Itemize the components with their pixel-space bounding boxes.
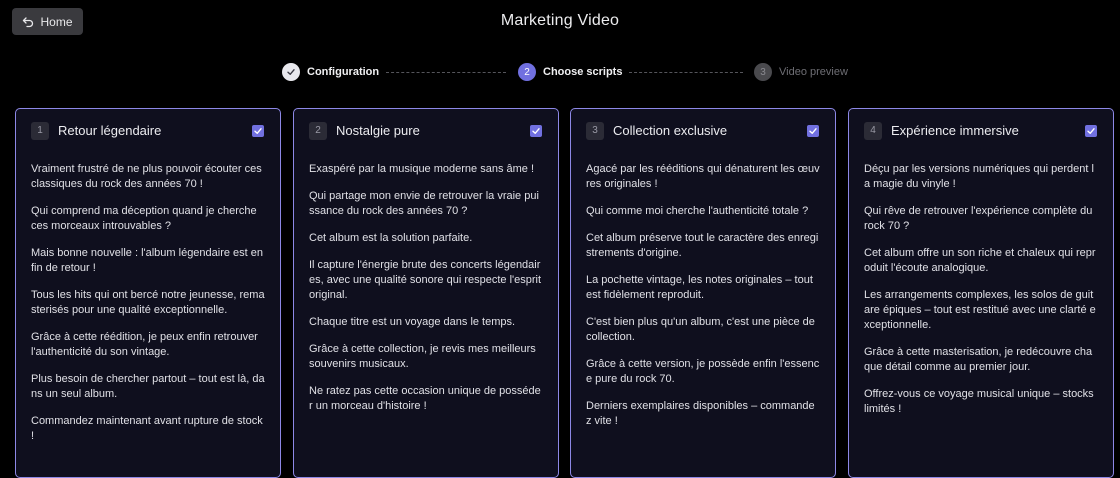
script-line: Chaque titre est un voyage dans le temps… — [309, 316, 516, 328]
script-line: Qui partage mon envie de retrouver la vr… — [309, 190, 539, 217]
card-number: 1 — [31, 121, 49, 140]
check-icon — [282, 63, 300, 81]
script-line: Grâce à cette version, je possède enfin … — [586, 358, 820, 385]
script-line: Qui comprend ma déception quand je cherc… — [31, 205, 257, 232]
script-line: Les arrangements complexes, les solos de… — [864, 289, 1096, 331]
script-line: Derniers exemplaires disponibles – comma… — [586, 400, 815, 427]
card-script: Exaspéré par la musique moderne sans âme… — [309, 162, 543, 414]
script-line: Il capture l'énergie brute des concerts … — [309, 259, 542, 301]
step-video-preview[interactable]: 3 Video preview — [754, 63, 848, 81]
script-line: Cet album est la solution parfaite. — [309, 232, 473, 244]
script-line: Ne ratez pas cette occasion unique de po… — [309, 385, 541, 412]
script-line: Grâce à cette collection, je revis mes m… — [309, 343, 536, 370]
script-line: Agacé par les rééditions qui dénaturent … — [586, 163, 820, 190]
script-line: Commandez maintenant avant rupture de st… — [31, 415, 263, 442]
card-title: Nostalgie pure — [336, 123, 420, 138]
step-label: Video preview — [779, 66, 848, 78]
card-number: 4 — [864, 121, 882, 140]
card-title: Expérience immersive — [891, 123, 1019, 138]
script-line: Offrez-vous ce voyage musical unique – s… — [864, 388, 1094, 415]
step-number: 2 — [518, 63, 536, 81]
card-script: Agacé par les rééditions qui dénaturent … — [586, 162, 820, 429]
script-line: Cet album préserve tout le caractère des… — [586, 232, 819, 259]
step-label: Configuration — [307, 66, 380, 78]
step-label: Choose scripts — [543, 66, 623, 78]
step-connector — [629, 72, 743, 73]
script-line: La pochette vintage, les notes originale… — [586, 274, 813, 301]
card-checkbox[interactable] — [252, 124, 264, 137]
step-number: 3 — [754, 63, 772, 81]
script-line: Vraiment frustré de ne plus pouvoir écou… — [31, 163, 262, 190]
step-connector — [386, 72, 506, 73]
card-script: Déçu par les versions numériques qui per… — [864, 162, 1098, 417]
check-icon — [532, 127, 540, 134]
check-icon — [809, 127, 817, 134]
script-card[interactable]: 2 Nostalgie pure Exaspéré par la musique… — [293, 108, 559, 478]
card-number: 3 — [586, 121, 604, 140]
script-card[interactable]: 3 Collection exclusive Agacé par les réé… — [570, 108, 836, 478]
script-line: Grâce à cette masterisation, je redécouv… — [864, 346, 1093, 373]
script-line: Grâce à cette réédition, je peux enfin r… — [31, 331, 258, 358]
script-line: Déçu par les versions numériques qui per… — [864, 163, 1094, 190]
script-line: C'est bien plus qu'un album, c'est une p… — [586, 316, 815, 343]
card-checkbox[interactable] — [807, 124, 819, 137]
step-choose-scripts[interactable]: 2 Choose scripts — [518, 63, 622, 81]
script-line: Qui comme moi cherche l'authenticité tot… — [586, 205, 809, 217]
card-checkbox[interactable] — [1085, 124, 1097, 137]
script-line: Cet album offre un son riche et chaleux … — [864, 247, 1096, 274]
card-title: Collection exclusive — [613, 123, 728, 138]
page-title: Marketing Video — [500, 12, 620, 29]
step-configuration[interactable]: Configuration — [282, 63, 379, 81]
card-title: Retour légendaire — [58, 123, 162, 138]
check-icon — [1087, 127, 1095, 134]
check-icon — [254, 127, 262, 134]
card-number: 2 — [309, 121, 327, 140]
script-line: Plus besoin de chercher partout – tout e… — [31, 373, 265, 400]
script-card[interactable]: 4 Expérience immersive Déçu par les vers… — [848, 108, 1114, 478]
script-card[interactable]: 1 Retour légendaire Vraiment frustré de … — [15, 108, 281, 478]
progress-stepper: Configuration 2 Choose scripts 3 Video p… — [282, 63, 848, 81]
card-checkbox[interactable] — [530, 124, 542, 137]
script-line: Qui rêve de retrouver l'expérience compl… — [864, 205, 1093, 232]
card-script: Vraiment frustré de ne plus pouvoir écou… — [31, 162, 265, 444]
script-line: Mais bonne nouvelle : l'album légendaire… — [31, 247, 264, 274]
script-line: Exaspéré par la musique moderne sans âme… — [309, 163, 535, 175]
script-line: Tous les hits qui ont bercé notre jeunes… — [31, 289, 265, 316]
